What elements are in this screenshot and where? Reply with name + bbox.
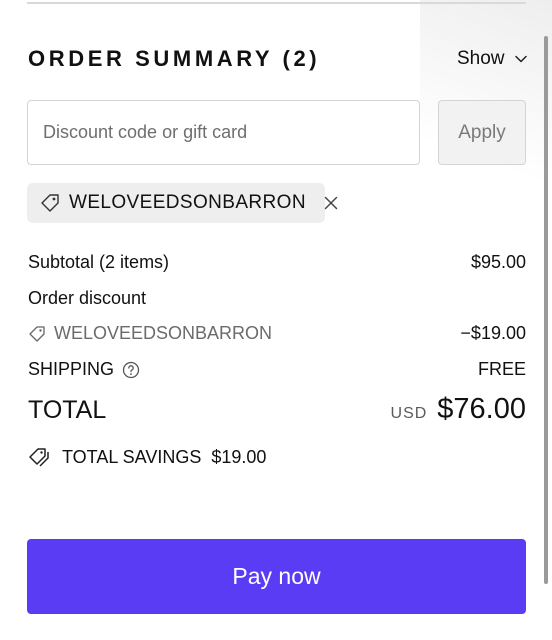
show-summary-toggle[interactable]: Show [457, 48, 527, 70]
tag-icon [39, 192, 61, 214]
total-savings-label: TOTAL SAVINGS [62, 446, 202, 467]
discount-code-row: WELOVEEDSONBARRON −$19.00 [28, 323, 526, 344]
remove-code-button[interactable] [324, 196, 338, 210]
order-discount-row: Order discount [28, 288, 526, 309]
total-savings: TOTAL SAVINGS $19.00 [28, 446, 266, 468]
scrollbar[interactable] [544, 36, 548, 584]
total-row: TOTAL USD $76.00 [28, 393, 526, 426]
shipping-value: FREE [477, 359, 526, 379]
chevron-down-icon [514, 55, 527, 63]
order-discount-label: Order discount [28, 288, 147, 308]
discount-value: −$19.00 [460, 323, 526, 343]
close-icon[interactable] [324, 196, 338, 210]
help-circle-icon[interactable] [122, 361, 140, 379]
shipping-row: SHIPPING FREE [28, 359, 526, 380]
total-amount: $76.00 [437, 393, 526, 425]
apply-button[interactable]: Apply [438, 100, 526, 165]
tags-icon [29, 448, 49, 467]
pay-now-button[interactable]: Pay now [27, 539, 526, 614]
applied-code-label: WELOVEEDSONBARRON [69, 192, 306, 213]
shipping-label: SHIPPING [28, 359, 115, 379]
total-savings-amount: $19.00 [211, 446, 267, 467]
discount-code-label: WELOVEEDSONBARRON [54, 323, 273, 343]
currency-code: USD [390, 405, 428, 422]
subtotal-value: $95.00 [470, 252, 526, 272]
show-toggle-label: Show [457, 48, 505, 69]
subtotal-label: Subtotal (2 items) [28, 252, 170, 272]
applied-discount-chip: WELOVEEDSONBARRON [27, 183, 338, 223]
top-divider [27, 2, 526, 4]
subtotal-row: Subtotal (2 items) $95.00 [28, 252, 526, 273]
discount-code-input[interactable] [27, 100, 420, 165]
order-summary-title: ORDER SUMMARY (2) [28, 46, 321, 71]
total-label: TOTAL [28, 396, 107, 424]
tag-icon [28, 325, 46, 343]
